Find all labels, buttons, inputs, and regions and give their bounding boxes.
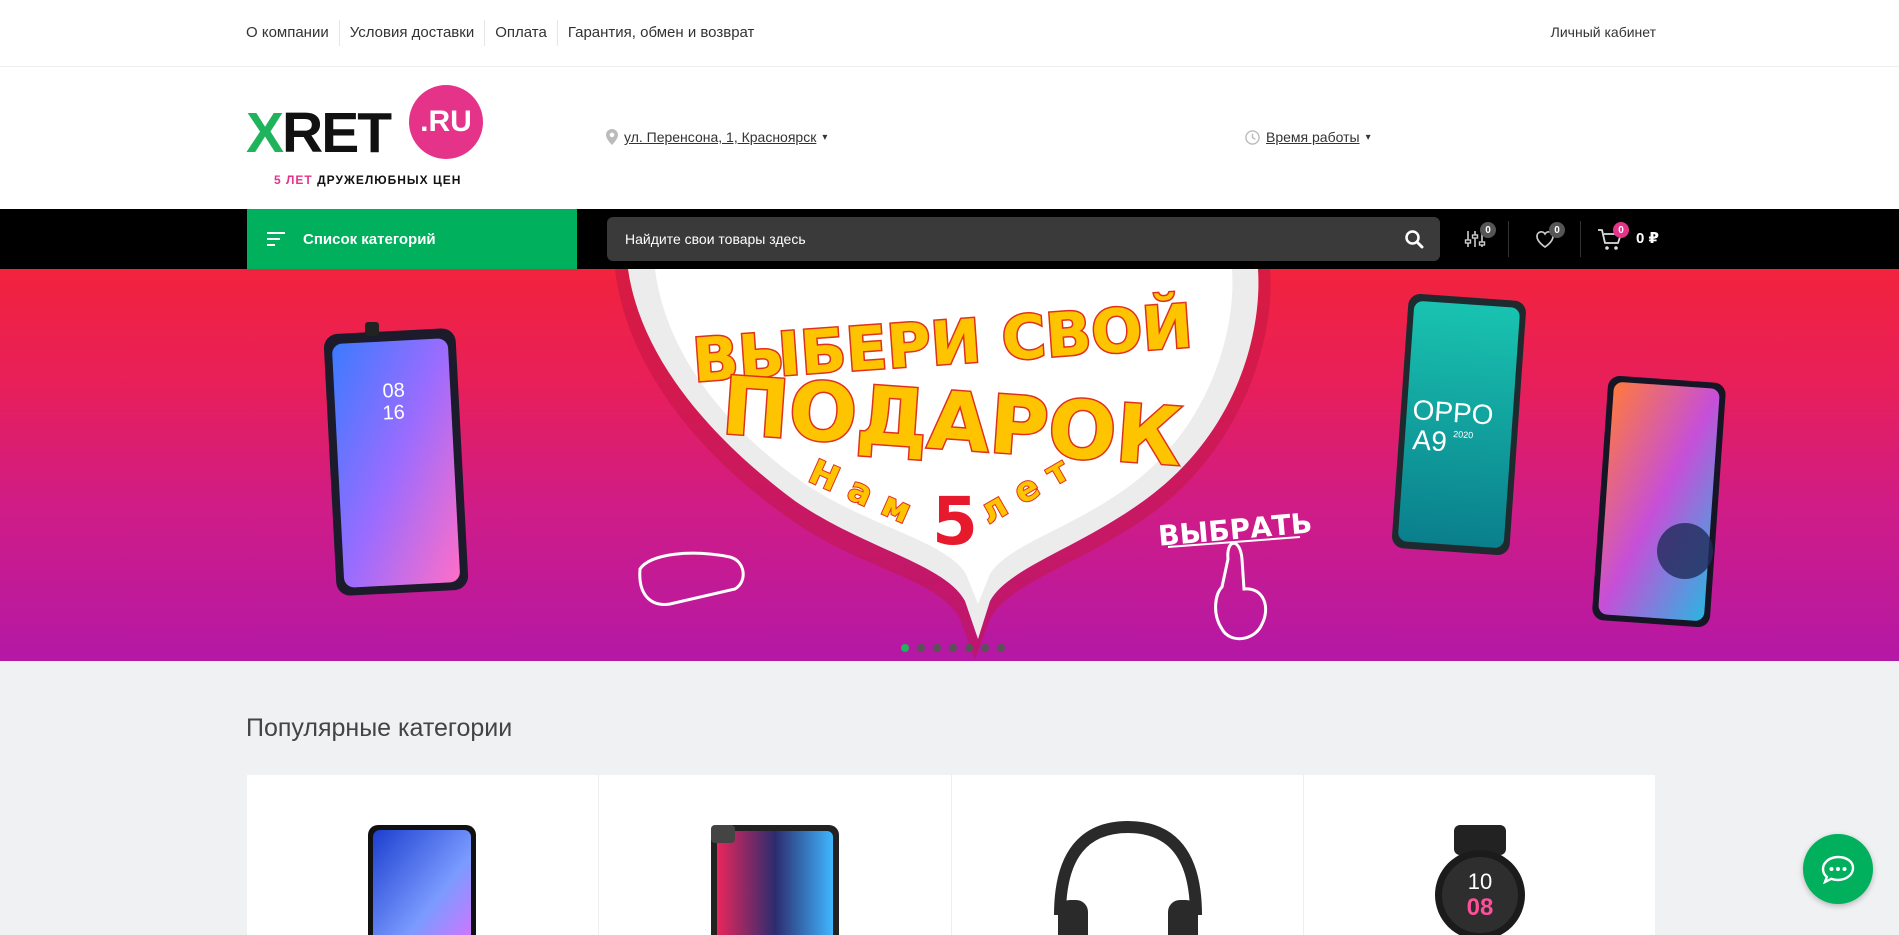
cart-count-badge: 0 (1613, 222, 1629, 238)
clock-icon (1245, 129, 1260, 145)
svg-text:10: 10 (1468, 869, 1492, 894)
working-hours[interactable]: Время работы ▾ (1245, 129, 1371, 145)
divider (1508, 221, 1509, 257)
smartwatch-image: 10 08 (1434, 825, 1525, 935)
top-nav: О компании Условия доставки Оплата Гаран… (246, 20, 764, 46)
chat-button[interactable] (1803, 834, 1873, 904)
search-bar (607, 217, 1440, 261)
chevron-down-icon: ▾ (822, 131, 828, 143)
main-navbar: Список категорий 0 0 0 (0, 209, 1899, 269)
location-pin-icon (606, 129, 618, 145)
store-address[interactable]: ул. Перенсона, 1, Красноярск ▾ (606, 129, 827, 145)
banner-dot-3[interactable] (933, 644, 941, 652)
logo[interactable]: XRET .RU 5 ЛЕТ ДРУЖЕЛЮБНЫХ ЦЕН (246, 85, 486, 189)
categories-button-label: Список категорий (303, 230, 436, 248)
banner-dot-7[interactable] (997, 644, 1005, 652)
svg-text:16: 16 (382, 401, 405, 424)
phone-image-left (323, 322, 469, 596)
account-link[interactable]: Личный кабинет (1551, 24, 1656, 40)
svg-text:5: 5 (932, 483, 978, 560)
top-nav-about[interactable]: О компании (246, 20, 339, 46)
top-bar: О компании Условия доставки Оплата Гаран… (0, 0, 1899, 67)
smartphone-image (368, 825, 476, 935)
logo-tagline: 5 ЛЕТ ДРУЖЕЛЮБНЫХ ЦЕН (274, 173, 462, 187)
search-icon[interactable] (1404, 229, 1424, 249)
favorites-count-badge: 0 (1549, 222, 1565, 238)
popular-categories-grid: 10 08 (247, 775, 1655, 935)
phone-image-samsung (1592, 375, 1726, 628)
svg-text:A9: A9 (1412, 424, 1448, 457)
chevron-down-icon: ▾ (1365, 131, 1371, 143)
categories-button[interactable]: Список категорий (247, 209, 577, 269)
tablet-image (711, 825, 840, 935)
category-card-tablets[interactable] (599, 775, 951, 935)
category-card-smartphones[interactable] (247, 775, 599, 935)
banner-pagination (901, 644, 1005, 652)
cart-total[interactable]: 0 ₽ (1636, 229, 1659, 247)
svg-text:2020: 2020 (1453, 429, 1474, 440)
category-card-headphones[interactable] (951, 775, 1303, 935)
promo-banner-art: 08 16 OPPO A9 2020 ВЫБЕРИ СВОЙ ПОДАРОК Н… (323, 269, 1726, 659)
compare-count-badge: 0 (1480, 222, 1496, 238)
logo-domain-badge: .RU (409, 85, 483, 159)
menu-icon (267, 232, 285, 246)
top-nav-delivery[interactable]: Условия доставки (338, 20, 484, 46)
promo-banner[interactable]: 08 16 OPPO A9 2020 ВЫБЕРИ СВОЙ ПОДАРОК Н… (0, 269, 1899, 661)
header: XRET .RU 5 ЛЕТ ДРУЖЕЛЮБНЫХ ЦЕН ул. Перен… (0, 67, 1899, 209)
chat-icon (1821, 855, 1855, 884)
store-address-text: ул. Перенсона, 1, Красноярск (624, 129, 817, 145)
category-card-smartwatches[interactable]: 10 08 (1303, 775, 1655, 935)
working-hours-text: Время работы (1266, 129, 1360, 145)
banner-dot-2[interactable] (917, 644, 925, 652)
headphones-image (1053, 820, 1202, 935)
banner-dot-1[interactable] (901, 644, 909, 652)
popular-categories-title: Популярные категории (246, 714, 513, 742)
top-nav-payment[interactable]: Оплата (484, 20, 557, 46)
svg-text:08: 08 (382, 379, 405, 402)
banner-dot-5[interactable] (965, 644, 973, 652)
search-input[interactable] (625, 217, 1375, 261)
divider (1580, 221, 1581, 257)
top-nav-warranty[interactable]: Гарантия, обмен и возврат (556, 20, 765, 46)
banner-dot-4[interactable] (949, 644, 957, 652)
svg-text:08: 08 (1466, 894, 1493, 921)
banner-dot-6[interactable] (981, 644, 989, 652)
logo-wordmark: XRET (246, 101, 392, 165)
